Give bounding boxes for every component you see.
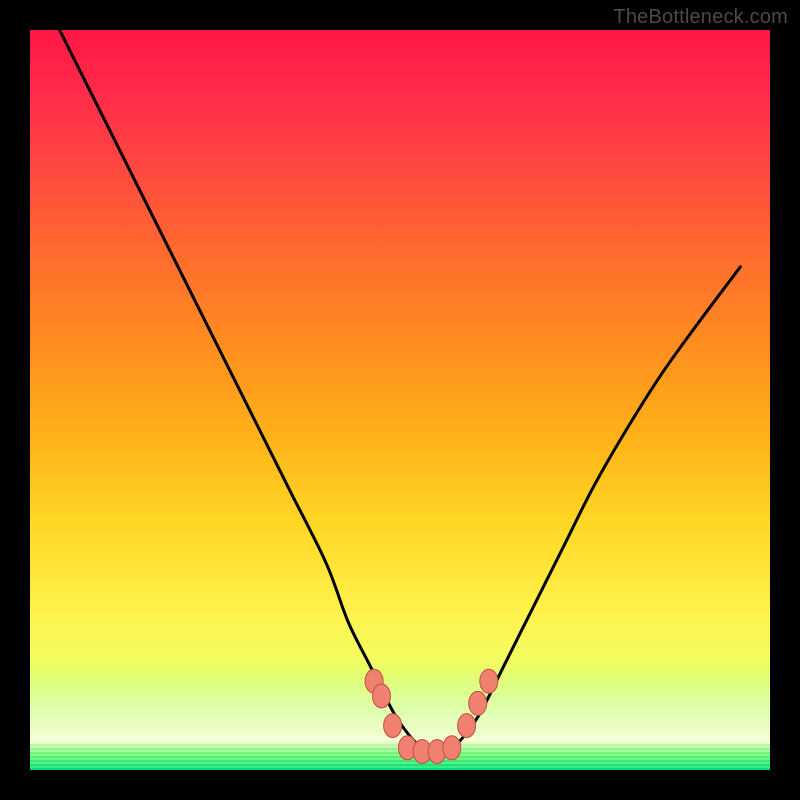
curve-layer: [30, 30, 770, 770]
marker-point: [458, 714, 476, 738]
plot-area: [30, 30, 770, 770]
marker-point: [480, 669, 498, 693]
marker-point: [373, 684, 391, 708]
marker-point: [469, 691, 487, 715]
watermark-text: TheBottleneck.com: [613, 6, 788, 29]
marker-point: [384, 714, 402, 738]
bottleneck-curve: [60, 30, 741, 752]
marker-point: [443, 736, 461, 760]
chart-frame: TheBottleneck.com: [0, 0, 800, 800]
